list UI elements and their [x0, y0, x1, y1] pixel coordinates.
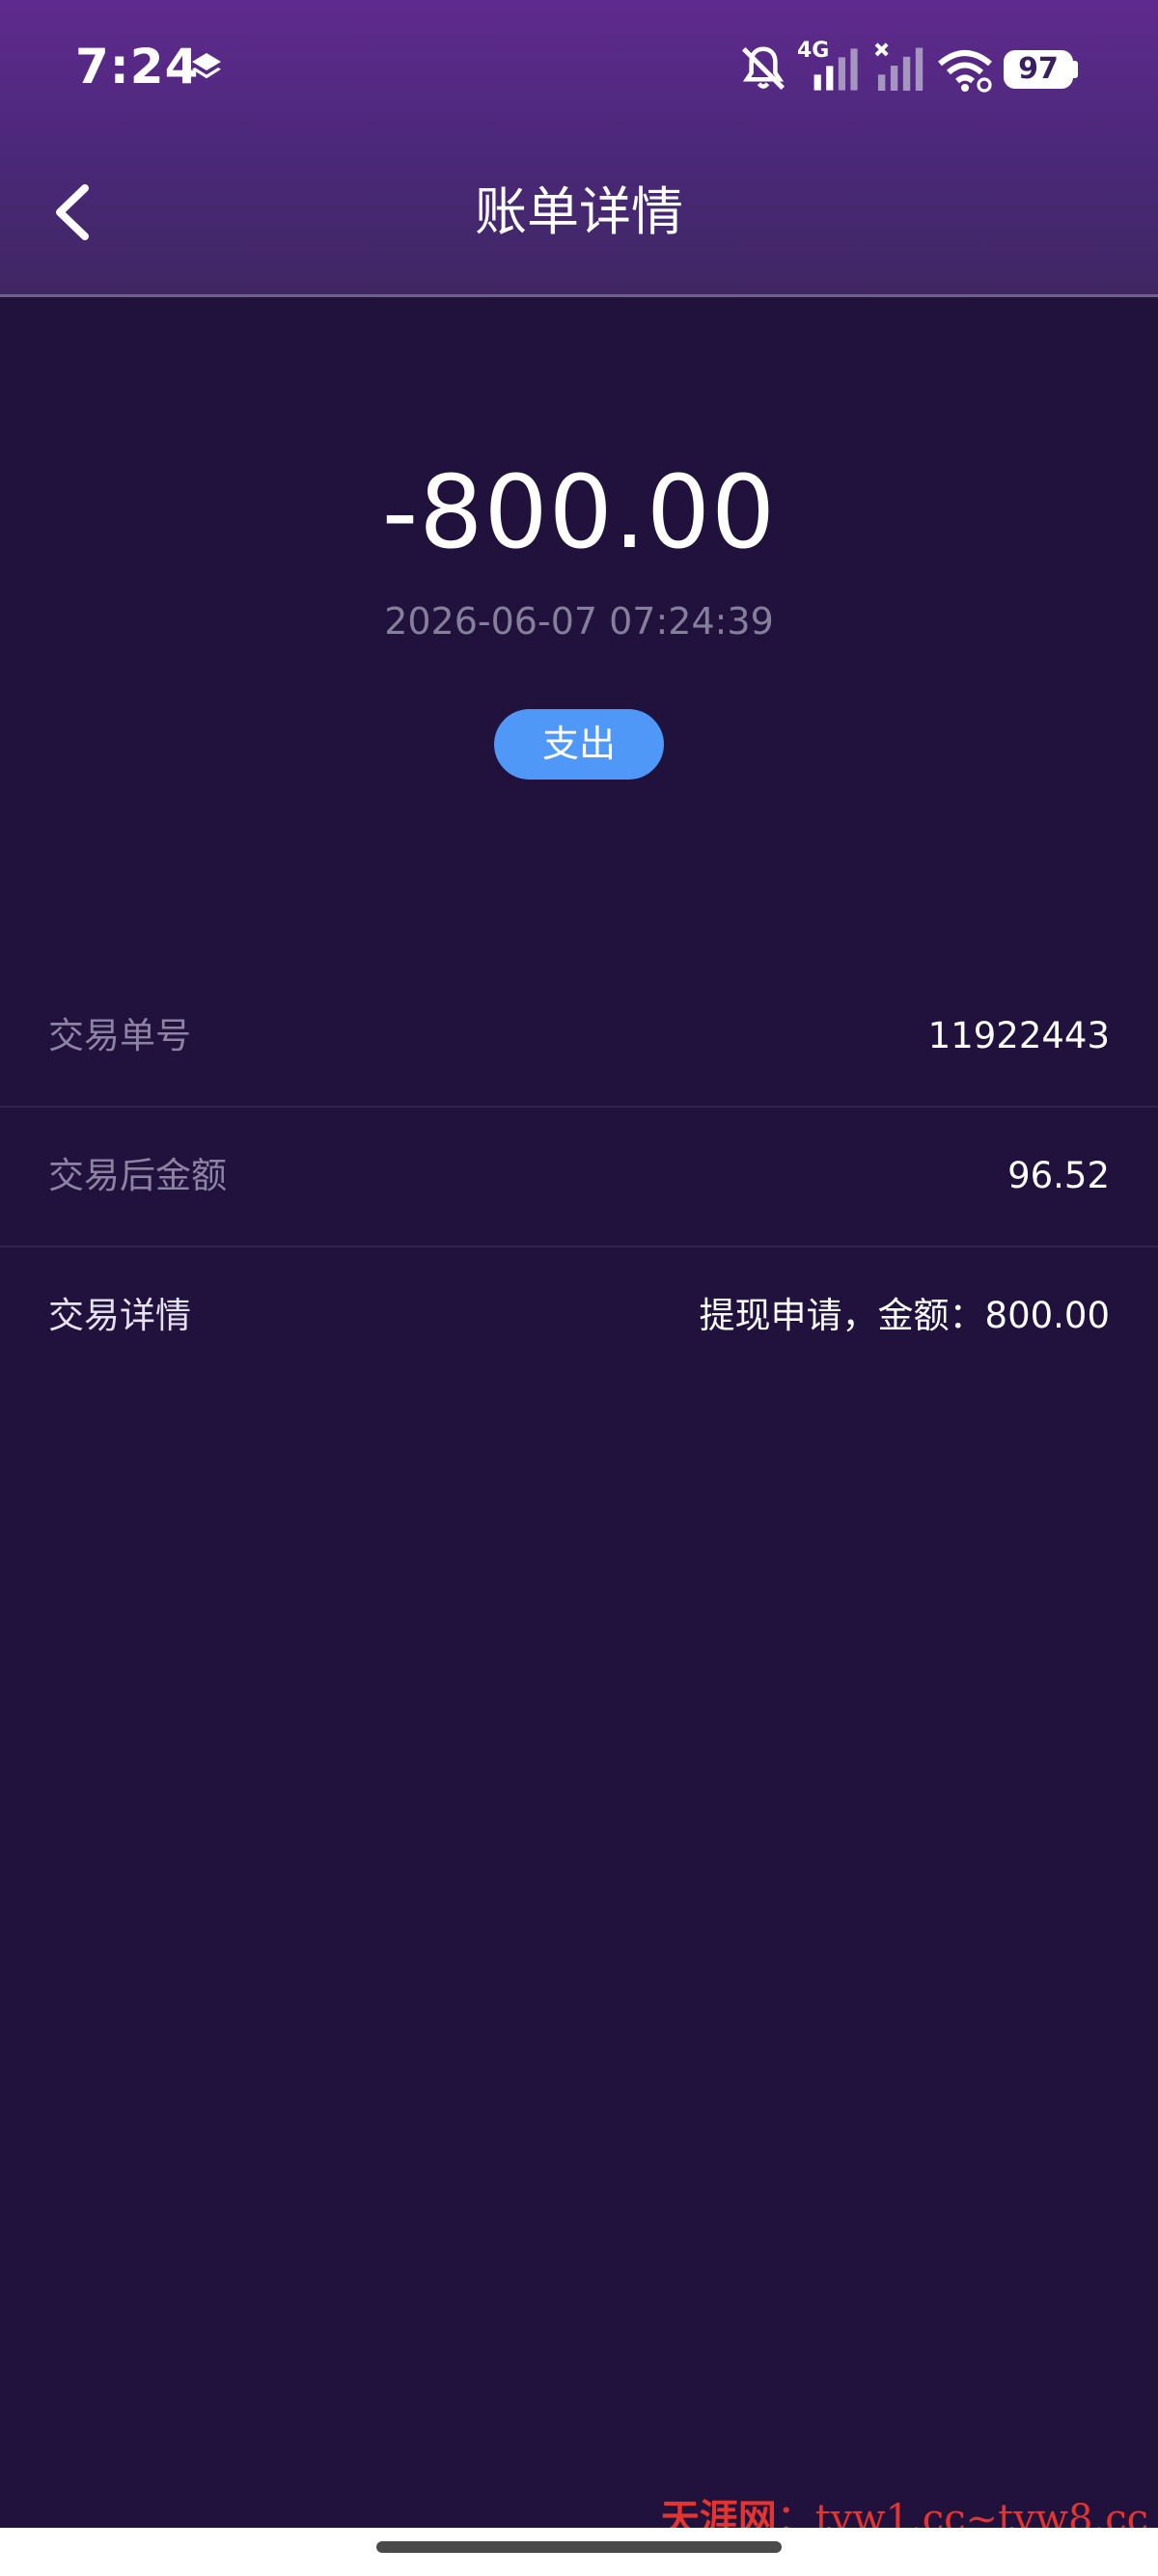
- detail-label: 交易后金额: [48, 1155, 227, 1196]
- header-area: 7:24 4G 97 账单详情: [0, 0, 1158, 297]
- signal-icon: [813, 48, 858, 91]
- transaction-amount: -800.00: [381, 453, 777, 571]
- wifi-icon: [938, 50, 992, 93]
- detail-row-description: 交易详情 提现申请，金额：800.00: [0, 1247, 1158, 1385]
- battery-tip: [1073, 61, 1078, 78]
- transaction-type-badge: 支出: [494, 709, 664, 780]
- detail-row-balance-after: 交易后金额 96.52: [0, 1107, 1158, 1247]
- layers-icon: [192, 53, 221, 79]
- page-title: 账单详情: [475, 181, 683, 242]
- battery-icon: 97: [1004, 50, 1073, 89]
- status-bar: 7:24 4G 97: [0, 0, 1158, 140]
- mute-bell-icon: [741, 46, 786, 91]
- no-signal-icon: [874, 42, 924, 91]
- transaction-datetime: 2026-06-07 07:24:39: [384, 600, 774, 643]
- chevron-left-icon[interactable]: [50, 180, 98, 244]
- detail-value: 11922443: [927, 1015, 1110, 1056]
- home-indicator[interactable]: [376, 2541, 782, 2553]
- detail-value: 96.52: [1007, 1155, 1110, 1196]
- detail-label: 交易单号: [48, 1015, 191, 1056]
- detail-value: 提现申请，金额：800.00: [699, 1295, 1110, 1336]
- navigation-bar: 账单详情: [0, 154, 1158, 270]
- status-time: 7:24: [75, 39, 200, 95]
- detail-row-order-number: 交易单号 11922443: [0, 967, 1158, 1108]
- bill-detail-screen: 7:24 4G 97 账单详情 -800.00 2026-06-07 07:24…: [0, 0, 1158, 2576]
- detail-label: 交易详情: [48, 1295, 191, 1336]
